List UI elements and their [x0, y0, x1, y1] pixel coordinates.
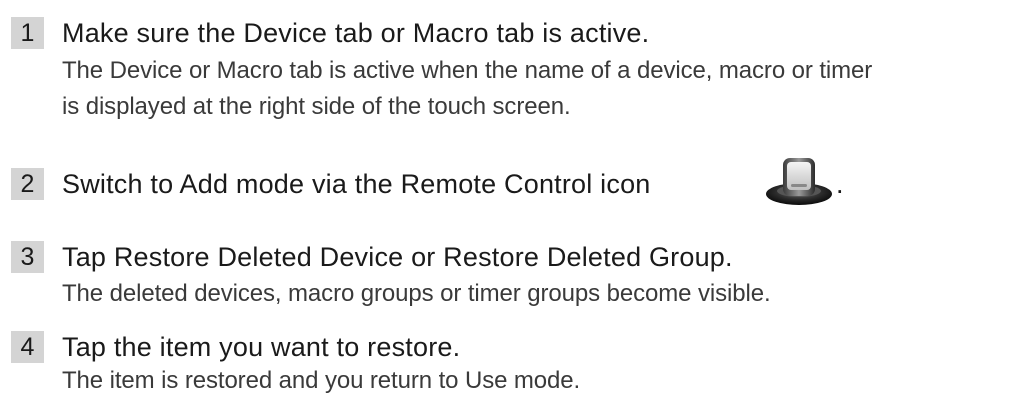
step-description-line: is displayed at the right side of the to… — [62, 93, 571, 120]
remote-icon-row — [0, 158, 1023, 205]
step-description-line: The Device or Macro tab is active when t… — [62, 57, 873, 84]
step-title: Tap the item you want to restore. — [62, 332, 461, 362]
instruction-steps: 1 Make sure the Device tab or Macro tab … — [0, 0, 1023, 401]
step-title-suffix: . — [836, 169, 844, 199]
step-number-badge: 4 — [11, 331, 44, 363]
remote-control-icon — [766, 158, 832, 205]
step-description-line: The deleted devices, macro groups or tim… — [62, 280, 771, 307]
step-title: Make sure the Device tab or Macro tab is… — [62, 18, 650, 48]
step-description-line: The item is restored and you return to U… — [62, 367, 581, 394]
step-number-badge: 3 — [11, 241, 44, 273]
step-number-badge: 1 — [11, 17, 44, 49]
step-title: Tap Restore Deleted Device or Restore De… — [62, 242, 733, 272]
